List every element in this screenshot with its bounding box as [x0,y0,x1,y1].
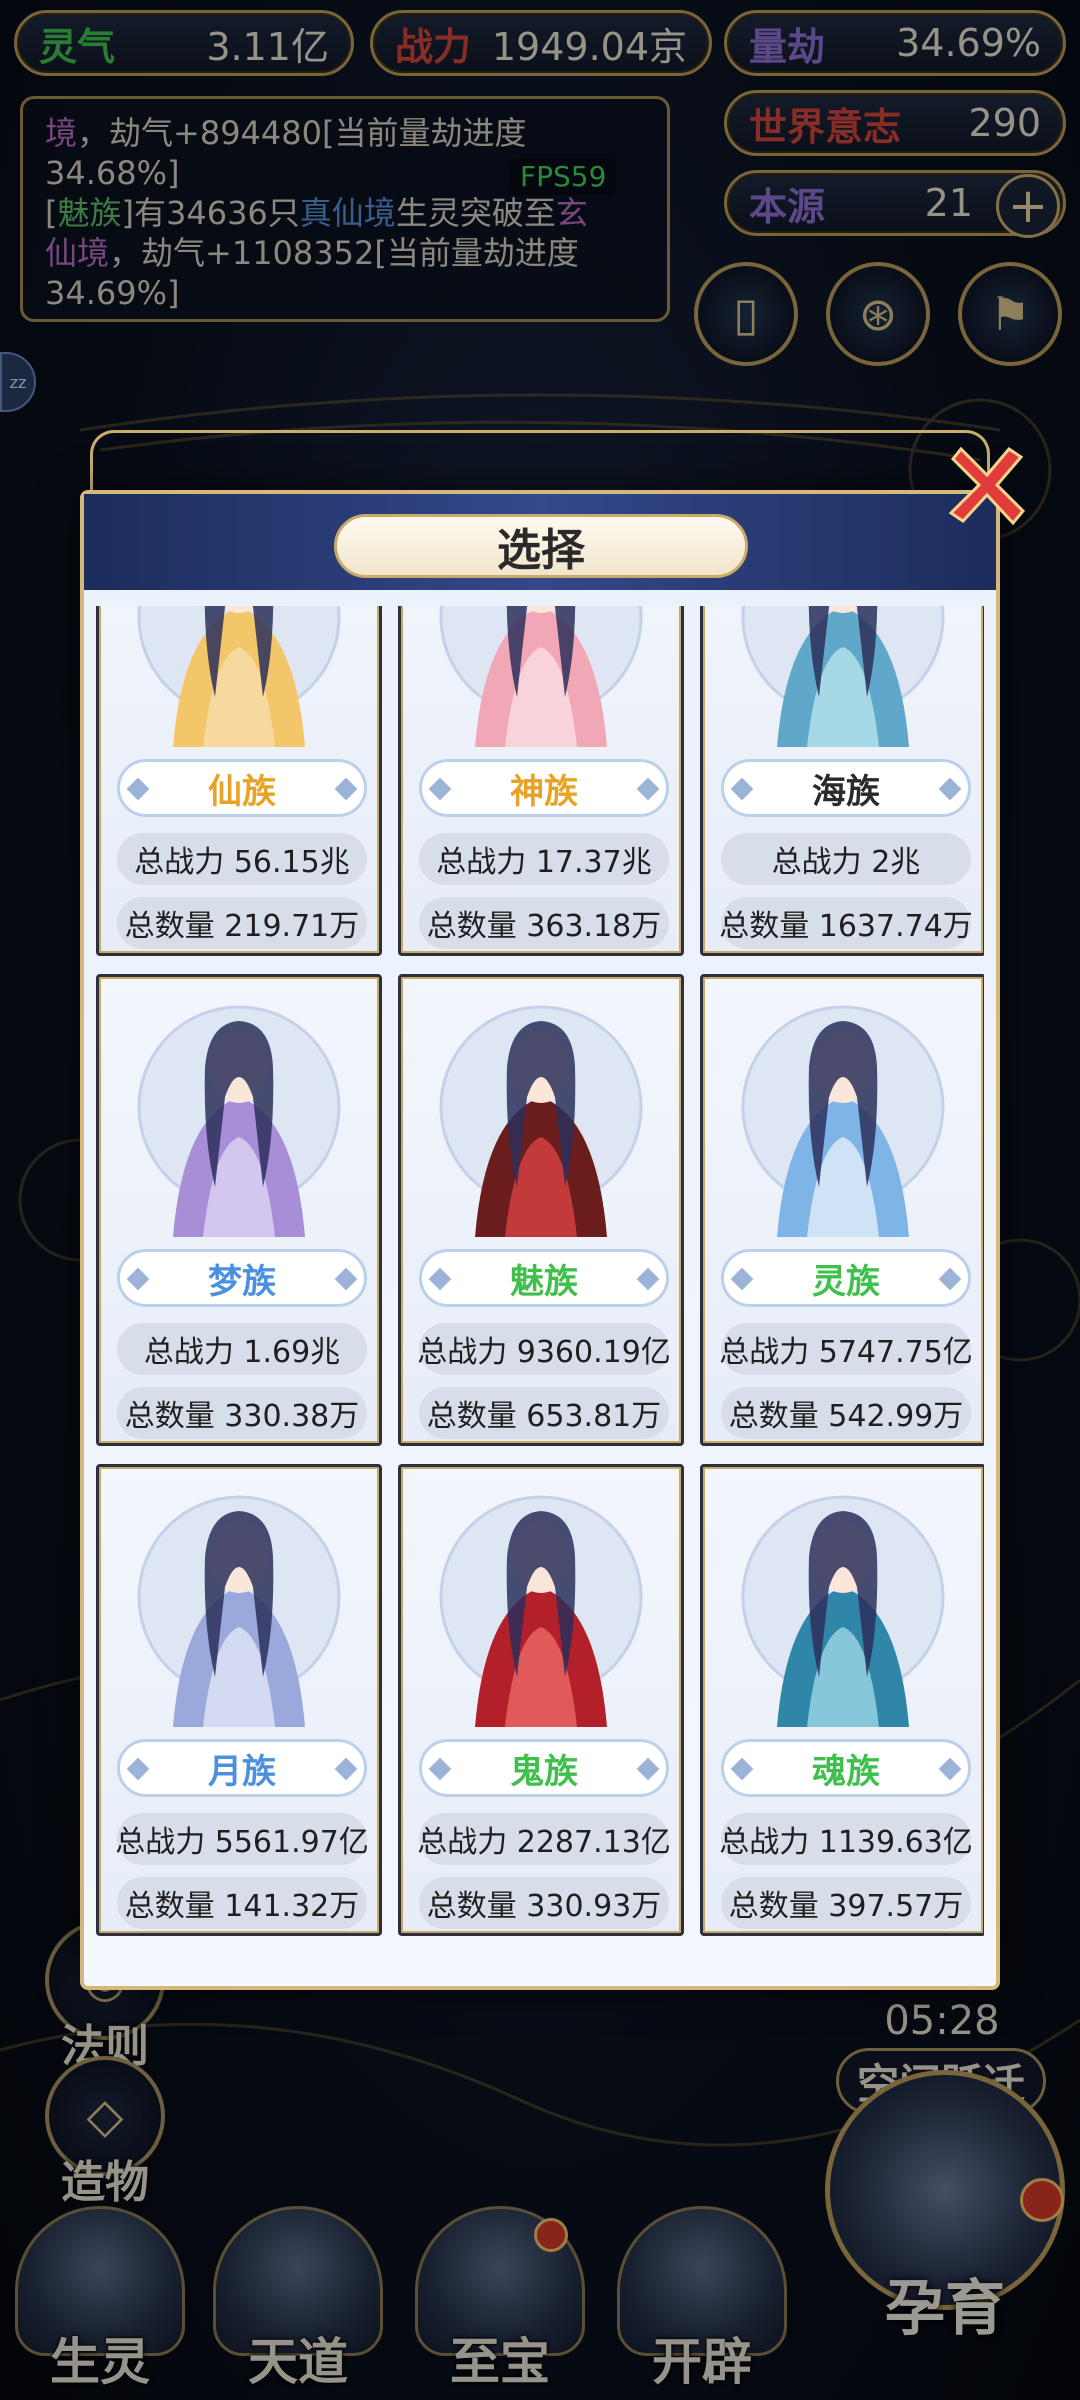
race-name-badge: 仙族 [117,759,367,817]
race-name-badge: 魅族 [419,1249,669,1307]
race-name: 魅族 [510,1261,578,1302]
diamond-right-icon [334,1757,358,1781]
close-button[interactable] [936,436,1036,536]
race-name-badge: 月族 [117,1739,367,1797]
race-total-power: 总战力 17.37兆 [419,833,669,885]
race-card[interactable]: 鬼族总战力 2287.13亿 总数量 330.93万 [398,1464,684,1936]
race-card[interactable]: 魂族总战力 1139.63亿 总数量 397.57万 [700,1464,984,1936]
race-total-power: 总战力 5747.75亿 [719,1323,973,1375]
race-total-count: 总数量 542.99万 [721,1387,971,1439]
race-card[interactable]: 梦族总战力 1.69兆 总数量 330.38万 [96,974,382,1446]
race-total-power: 总战力 2兆 [721,833,971,885]
race-card[interactable]: 仙族总战力 56.15兆 总数量 219.71万 [96,606,382,956]
diamond-right-icon [938,1757,962,1781]
race-total-count: 总数量 653.81万 [419,1387,669,1439]
race-name-badge: 灵族 [721,1249,971,1307]
race-total-count: 总数量 330.38万 [117,1387,367,1439]
race-card[interactable]: 魅族总战力 9360.19亿 总数量 653.81万 [398,974,684,1446]
race-total-power: 总战力 9360.19亿 [417,1323,671,1375]
race-total-count: 总数量 1637.74万 [719,897,973,949]
race-portrait [439,1005,643,1237]
diamond-left-icon [730,1267,754,1291]
diamond-left-icon [126,1757,150,1781]
race-name: 月族 [208,1751,276,1792]
close-icon [948,446,1026,526]
race-name-badge: 鬼族 [419,1739,669,1797]
diamond-left-icon [730,777,754,801]
race-total-power: 总战力 1139.63亿 [719,1813,973,1865]
race-portrait [741,1005,945,1237]
diamond-right-icon [938,777,962,801]
race-card[interactable]: 海族总战力 2兆 总数量 1637.74万 [700,606,984,956]
modal-header: 选择 [84,494,996,590]
diamond-left-icon [730,1757,754,1781]
race-name: 鬼族 [510,1751,578,1792]
race-card[interactable]: 月族总战力 5561.97亿 总数量 141.32万 [96,1464,382,1936]
race-portrait [439,1495,643,1727]
diamond-right-icon [636,1267,660,1291]
diamond-left-icon [126,777,150,801]
race-total-count: 总数量 397.57万 [721,1877,971,1929]
race-total-power: 总战力 1.69兆 [117,1323,367,1375]
diamond-left-icon [428,1757,452,1781]
race-total-power: 总战力 56.15兆 [117,833,367,885]
race-portrait [137,1495,341,1727]
race-name: 神族 [510,771,578,812]
race-name: 梦族 [208,1261,276,1302]
race-name-badge: 魂族 [721,1739,971,1797]
diamond-right-icon [334,777,358,801]
race-name-badge: 海族 [721,759,971,817]
race-name: 魂族 [812,1751,880,1792]
race-card[interactable]: 神族总战力 17.37兆 总数量 363.18万 [398,606,684,956]
race-total-power: 总战力 2287.13亿 [417,1813,671,1865]
select-race-dialog: 选择 仙族 总战力 56.15兆 总数量 219.71万 神族 总战力 17.37兆 总数… [80,490,1000,1990]
race-portrait [439,606,643,747]
race-portrait [137,606,341,747]
diamond-left-icon [428,1267,452,1291]
diamond-right-icon [636,1757,660,1781]
race-name-badge: 神族 [419,759,669,817]
race-grid[interactable]: 仙族 总战力 56.15兆 总数量 219.71万 神族 总战力 17.37兆 总数量 3… [96,606,984,1966]
race-name-badge: 梦族 [117,1249,367,1307]
race-total-count: 总数量 363.18万 [419,897,669,949]
modal-title: 选择 [334,514,748,578]
race-total-count: 总数量 141.32万 [117,1877,367,1929]
diamond-left-icon [126,1267,150,1291]
race-name: 海族 [812,771,880,812]
race-total-count: 总数量 330.93万 [419,1877,669,1929]
diamond-right-icon [636,777,660,801]
race-portrait [741,606,945,747]
race-portrait [137,1005,341,1237]
diamond-left-icon [428,777,452,801]
race-total-power: 总战力 5561.97亿 [115,1813,369,1865]
diamond-right-icon [938,1267,962,1291]
race-total-count: 总数量 219.71万 [117,897,367,949]
race-name: 灵族 [812,1261,880,1302]
diamond-right-icon [334,1267,358,1291]
race-portrait [741,1495,945,1727]
race-card[interactable]: 灵族总战力 5747.75亿 总数量 542.99万 [700,974,984,1446]
race-name: 仙族 [208,771,276,812]
